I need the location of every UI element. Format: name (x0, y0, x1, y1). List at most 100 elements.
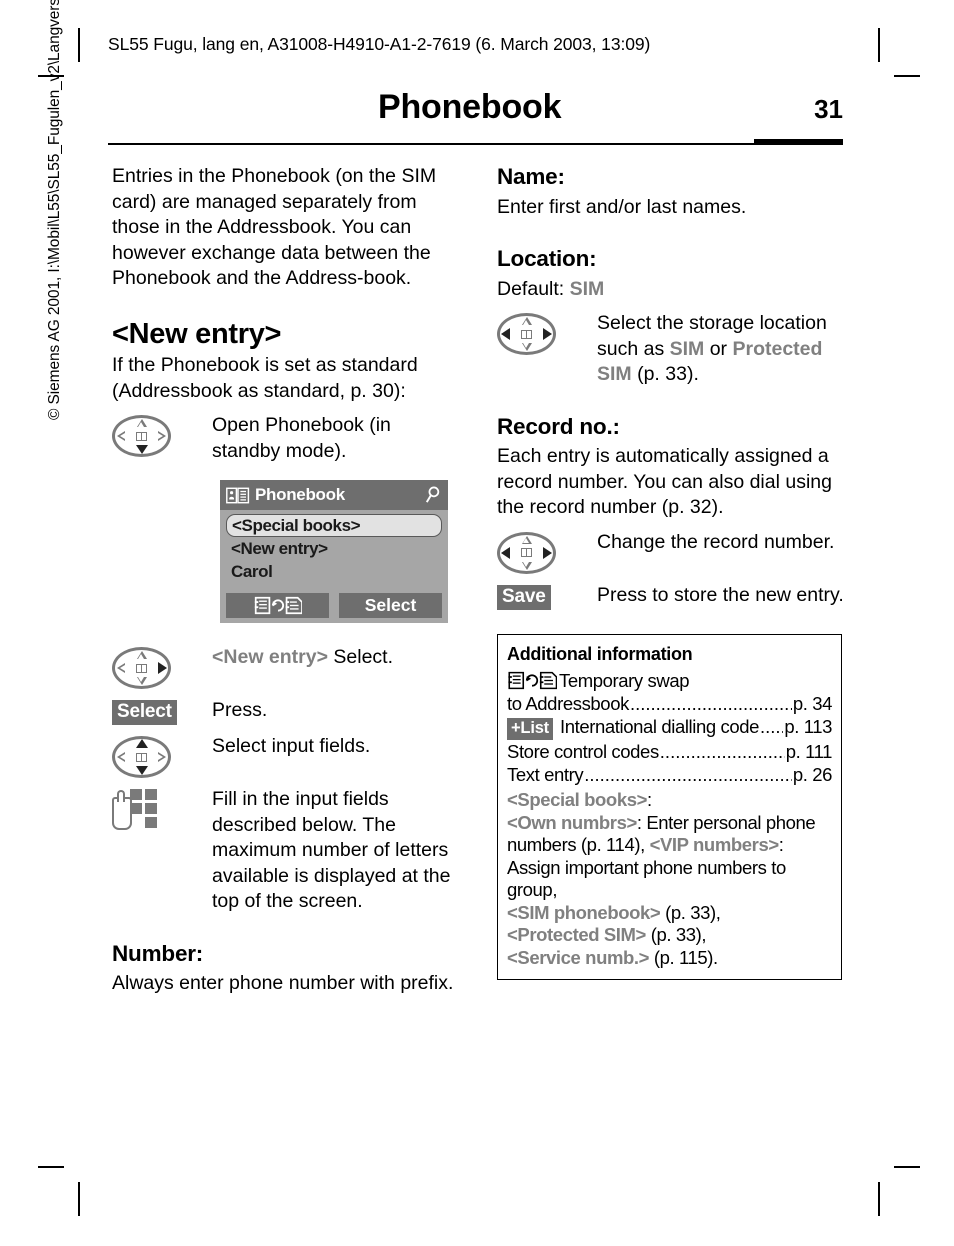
phone-softkey-bar: Select (226, 593, 442, 618)
tag-special-books: <Special books> (507, 789, 648, 810)
step-select-input-fields: Select input fields. (112, 734, 460, 778)
tag-own-numbrs: <Own numbrs> (507, 811, 637, 833)
phone-list-item-special-books[interactable]: <Special books> (226, 514, 442, 537)
heading-number: Number: (112, 940, 204, 966)
sim-phonebook-page: (p. 33), (660, 901, 721, 923)
swap-icon (507, 670, 559, 692)
info-line-swap: Temporary swap (507, 669, 832, 692)
location-default-value: SIM (569, 277, 605, 300)
step-select-storage-location: Select the storage location such as SIM … (497, 311, 845, 388)
nav-key-left-right-icon (497, 313, 556, 355)
info-line-page: p. 34 (792, 693, 833, 714)
chapter-title-block: Phonebook 31 (108, 88, 843, 146)
info-line-addressbook: to Addressbook p. 34 (507, 692, 832, 715)
running-header: SL55 Fugu, lang en, A31008-H4910-A1-2-76… (108, 34, 651, 54)
step-icon-cell (112, 787, 212, 833)
crop-mark-top-right (878, 28, 880, 62)
left-column: Entries in the Phonebook (on the SIM car… (112, 164, 460, 997)
softkey-save-badge[interactable]: Save (497, 584, 551, 610)
step-fill-input-fields: Fill in the input fields described below… (112, 787, 460, 915)
title-rule-thick (754, 139, 843, 145)
phone-list-item-new-entry[interactable]: <New entry> (226, 537, 442, 560)
nav-key-right-icon (112, 647, 171, 689)
info-line-text-entry: Text entry p. 26 (507, 763, 832, 786)
vip-numbers-text: : (778, 834, 784, 855)
heading-location: Location: (497, 246, 597, 271)
info-line-label: International dialling code (559, 716, 759, 737)
info-line-page: p. 113 (784, 716, 832, 737)
phone-list: <Special books> <New entry> Carol (220, 510, 448, 583)
step-icon-cell (497, 311, 597, 355)
step-text: Select. (327, 646, 394, 668)
dot-leader (760, 715, 783, 738)
phone-softkey-swap[interactable] (226, 593, 329, 618)
softkey-plus-list-badge[interactable]: +List (507, 718, 553, 740)
step-select-storage-location-text: Select the storage location such as SIM … (597, 311, 845, 388)
dot-leader (630, 692, 792, 715)
copyright-sidenote: © Siemens AG 2001, I:\Mobil\L55\SL55_Fug… (46, 0, 63, 420)
phone-screen-mockup: Phonebook <Special books> <New entry> Ca… (220, 480, 448, 623)
step-icon-cell (112, 734, 212, 778)
location-default: Default: SIM (497, 277, 845, 303)
tag-protected-sim: <Protected SIM> (507, 924, 646, 945)
page-number: 31 (814, 94, 843, 124)
phone-screen-title: Phonebook (255, 485, 345, 505)
dot-leader (584, 763, 792, 786)
inline-tag-new-entry: <New entry> (212, 646, 328, 668)
service-numb-page: (p. 115). (649, 946, 718, 968)
name-paragraph: Enter first and/or last names. (497, 195, 747, 218)
protected-sim-page: (p. 33), (645, 924, 707, 945)
info-special-books-paragraph: <Special books>: <Own numbrs>: Enter pers… (507, 789, 832, 969)
crop-mark-right-bottom (894, 1166, 920, 1168)
keypad-hand-icon (112, 789, 160, 833)
step-icon-cell: Save (497, 583, 597, 610)
step-change-record-number-text: Change the record number. (597, 530, 835, 553)
tag-sim-phonebook: <SIM phonebook> (507, 901, 661, 923)
tag-service-numb: <Service numb.> (507, 946, 650, 968)
right-column: Name: Enter first and/or last names. Loc… (497, 164, 845, 980)
phone-list-item-carol[interactable]: Carol (226, 560, 442, 583)
nav-key-up-down-icon (112, 736, 171, 778)
info-swap-text: Temporary swap (559, 670, 690, 691)
info-line-dialling-code: +List International dialling code p. 113 (507, 715, 832, 740)
title-rule-thin (108, 143, 754, 145)
info-line-page: p. 111 (785, 741, 833, 762)
heading-new-entry: <New entry> (112, 317, 282, 350)
softkey-select-badge[interactable]: Select (112, 700, 177, 725)
record-paragraph: Each entry is automatically assigned a r… (497, 445, 832, 518)
location-default-label: Default: (497, 277, 570, 300)
step-text-part3: (p. 33). (631, 363, 699, 385)
crop-mark-left-bottom (38, 1166, 64, 1168)
step-text-part2: or (704, 337, 733, 360)
tag-vip-numbers: <VIP numbers> (649, 834, 780, 855)
phone-softkey-select[interactable]: Select (339, 593, 442, 618)
crop-mark-bottom-right (878, 1182, 880, 1216)
step-select-input-fields-text: Select input fields. (212, 735, 371, 757)
step-open-phonebook-text: Open Phonebook (in standby mode). (212, 414, 391, 462)
step-icon-cell (112, 413, 212, 457)
info-line-label: Text entry (507, 764, 584, 785)
step-press-save: Save Press to store the new entry. (497, 583, 845, 610)
info-line-control-codes: Store control codes p. 111 (507, 740, 832, 763)
search-icon[interactable] (425, 486, 441, 504)
new-entry-intro: If the Phonebook is set as standard (Add… (112, 354, 418, 402)
nav-key-left-right-icon (497, 531, 556, 574)
step-press-select: Select Press. (112, 698, 460, 725)
page-title: Phonebook (378, 88, 562, 126)
step-select-new-entry: <New entry> Select. (112, 645, 460, 689)
step-press-select-text: Press. (212, 699, 268, 721)
step-icon-cell (112, 645, 212, 689)
step-press-save-text: Press to store the new entry. (597, 583, 844, 606)
nav-key-down-icon (112, 415, 171, 457)
colon: : (647, 789, 652, 810)
step-icon-cell: Select (112, 698, 212, 725)
additional-information-box: Additional information Temporary swap to… (497, 633, 842, 980)
step-open-phonebook: Open Phonebook (in standby mode). (112, 413, 460, 464)
info-line-label: Store control codes (507, 741, 659, 762)
assign-text: Assign important phone numbers to group, (507, 856, 786, 901)
crop-mark-top-left (78, 28, 80, 62)
intro-paragraph: Entries in the Phonebook (on the SIM car… (112, 165, 437, 289)
info-line-page: p. 26 (792, 764, 833, 785)
info-box-title: Additional information (507, 643, 693, 664)
inline-tag-sim: SIM (669, 337, 705, 360)
